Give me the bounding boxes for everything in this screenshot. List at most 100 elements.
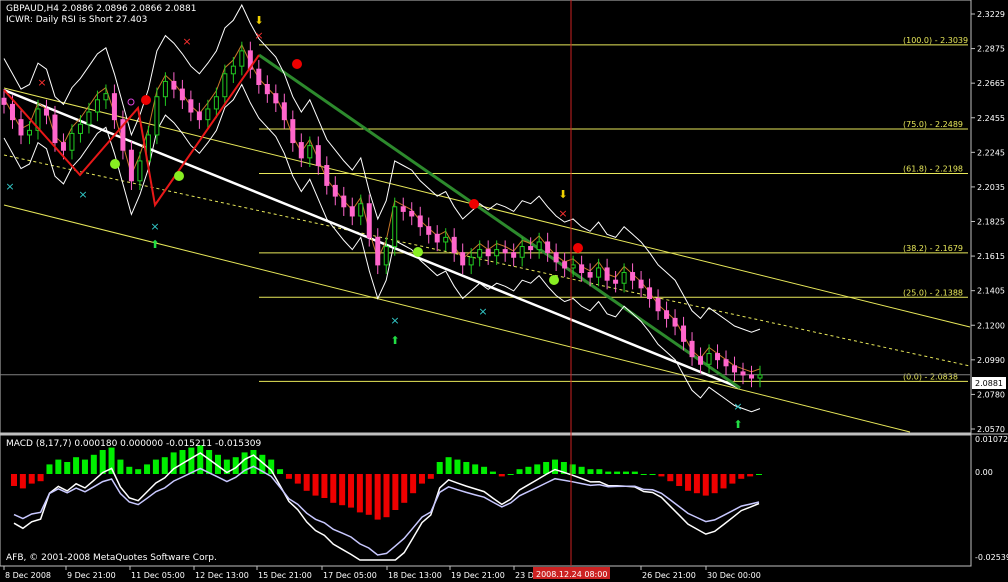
pivot-circle xyxy=(127,98,135,106)
candle-body xyxy=(417,215,423,228)
time-tick-label: 9 Dec 21:00 xyxy=(67,571,116,580)
macd-bar xyxy=(720,474,727,489)
indicator-header: ICWR: Daily RSI is Short 27.403 xyxy=(6,15,147,25)
macd-bar xyxy=(37,474,44,482)
macd-bar xyxy=(498,474,505,477)
candle-body xyxy=(630,272,636,281)
macd-bar xyxy=(64,462,71,474)
macd-bar xyxy=(454,459,461,474)
macd-tick-label: 0.00 xyxy=(975,468,993,477)
macd-bar xyxy=(285,474,292,479)
time-tick-label: 11 Dec 05:00 xyxy=(131,571,185,580)
candle-body xyxy=(9,103,15,121)
price-tick-label: 2.2455 xyxy=(977,114,1005,123)
macd-bar xyxy=(552,459,559,474)
candle-body xyxy=(689,340,695,358)
buy-dot xyxy=(110,159,120,169)
candle-body xyxy=(26,129,32,136)
time-tick-label: 18 Dec 13:00 xyxy=(388,571,442,580)
macd-bar xyxy=(392,474,399,510)
price-tick-label: 2.1405 xyxy=(977,287,1005,296)
candle-body xyxy=(647,287,653,300)
price-tick-label: 2.0990 xyxy=(977,356,1005,365)
candle-body xyxy=(613,279,619,284)
price-tick-label: 2.2035 xyxy=(977,183,1005,192)
macd-bar xyxy=(55,459,62,474)
candle-body xyxy=(213,96,219,110)
candle-body xyxy=(528,246,534,251)
macd-bar xyxy=(702,474,709,496)
price-tick-label: 2.1825 xyxy=(977,218,1005,227)
price-tick-label: 2.2665 xyxy=(977,79,1005,88)
cross-mark: × xyxy=(254,29,263,42)
macd-bar xyxy=(534,464,541,474)
candle-body xyxy=(256,68,262,85)
candle-body xyxy=(511,252,517,258)
candle-body xyxy=(205,108,211,121)
cross-mark: × xyxy=(150,220,159,233)
candle-body xyxy=(69,132,75,151)
macd-bar xyxy=(356,474,363,513)
macd-bar xyxy=(126,466,133,474)
time-tick-label: 15 Dec 21:00 xyxy=(258,571,312,580)
candle-body xyxy=(570,264,576,269)
cross-mark: × xyxy=(182,35,191,48)
time-tick-label: 26 Dec 21:00 xyxy=(642,571,696,580)
candle-body xyxy=(18,119,24,136)
macd-bar xyxy=(631,471,638,474)
cross-mark: × xyxy=(390,314,399,327)
sell-dot xyxy=(469,199,479,209)
macd-bar xyxy=(321,474,328,498)
trend-channels xyxy=(3,3,971,433)
candle-body xyxy=(519,246,525,258)
candle-body xyxy=(188,99,194,113)
channel-lower xyxy=(3,204,911,433)
macd-bar xyxy=(117,459,124,474)
macd-bar xyxy=(81,459,88,474)
main-pane-border xyxy=(0,0,972,434)
candle-body xyxy=(392,206,398,248)
candle-body xyxy=(451,236,457,254)
macd-bar xyxy=(640,474,647,475)
candle-body xyxy=(604,267,610,281)
fib-label: (25.0) - 2.1388 xyxy=(903,288,963,297)
candle-body xyxy=(562,261,568,269)
candle-body xyxy=(86,111,92,125)
buy-dot xyxy=(549,275,559,285)
candle-body xyxy=(468,256,474,266)
price-chart[interactable]: (100.0) - 2.3039 (75.0) - 2.2489 (61.8) - … xyxy=(0,0,1008,582)
candle-body xyxy=(596,267,602,278)
time-tick-label: 8 Dec 2008 xyxy=(5,571,51,580)
macd-bar xyxy=(312,474,319,496)
macd-bar xyxy=(622,471,629,474)
fib-label: (0.0) - 2.0838 xyxy=(903,372,958,381)
macd-bar xyxy=(90,454,97,474)
candle-body xyxy=(434,233,440,243)
channel-upper xyxy=(3,87,971,328)
candle-body xyxy=(477,249,483,258)
candle-body xyxy=(264,83,270,95)
fib-label: (75.0) - 2.2489 xyxy=(903,120,963,129)
candle-body xyxy=(757,374,763,379)
buy-dot xyxy=(413,247,423,257)
price-tick-label: 2.0780 xyxy=(977,390,1005,399)
candle-body xyxy=(196,111,202,121)
candle-body xyxy=(358,203,364,217)
macd-bar xyxy=(410,474,417,494)
candle-body xyxy=(315,145,321,167)
macd-bar xyxy=(383,474,390,518)
macd-tick-label: 0.01072 xyxy=(975,435,1008,444)
cursor-time: 2008.12.24 08:00 xyxy=(536,570,607,579)
macd-bar xyxy=(188,447,195,474)
candle-body xyxy=(77,123,83,134)
macd-bar xyxy=(445,457,452,474)
macd-bar xyxy=(303,474,310,491)
macd-bar xyxy=(738,474,745,479)
candle-body xyxy=(128,149,134,182)
up-arrow: ⬆ xyxy=(150,238,159,251)
candle-body xyxy=(1,97,7,105)
candle-body xyxy=(366,203,372,238)
price-tick-label: 2.2875 xyxy=(977,45,1005,54)
down-arrow: ⬇ xyxy=(558,188,567,201)
macd-bar xyxy=(525,466,532,474)
